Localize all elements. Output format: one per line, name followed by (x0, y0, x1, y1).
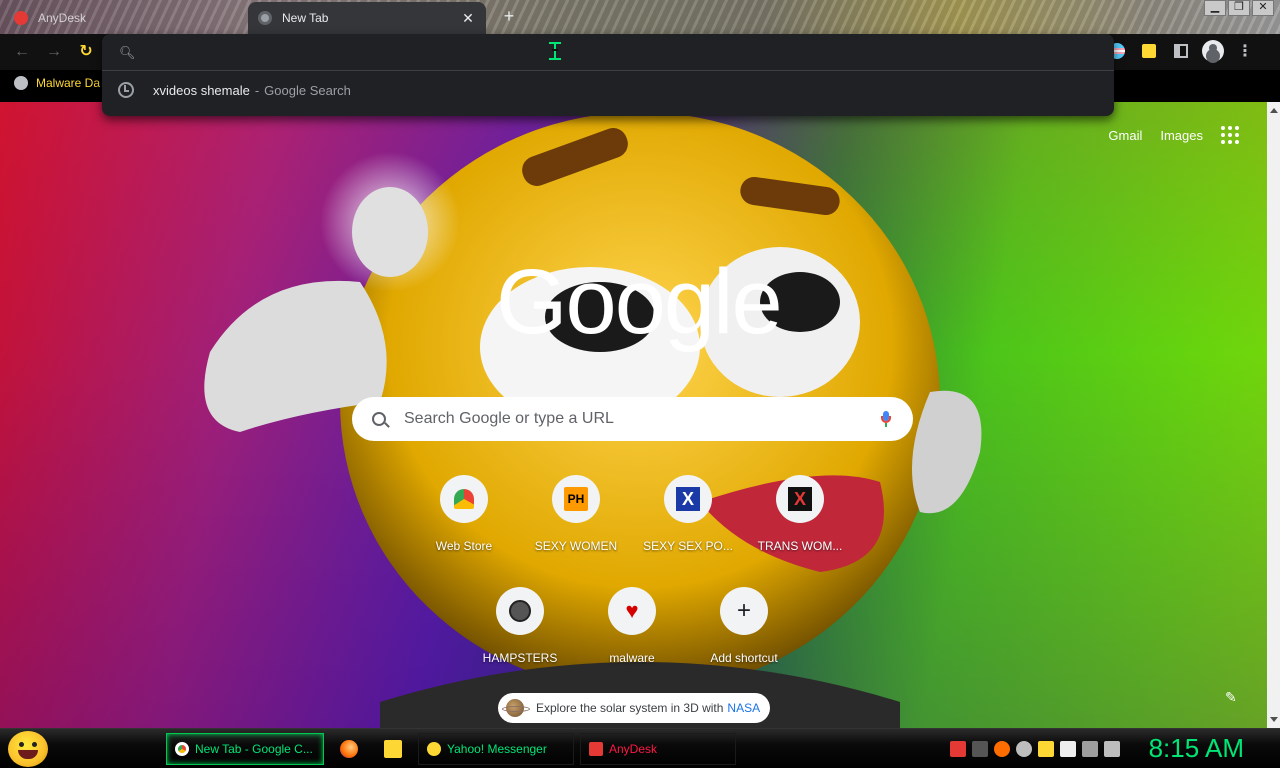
shortcut-label: Add shortcut (710, 651, 778, 665)
new-tab-button[interactable]: + (498, 6, 520, 28)
text-cursor-icon (549, 42, 561, 60)
google-logo: Google (496, 251, 783, 353)
tab-new-tab[interactable]: New Tab ✕ (248, 2, 486, 34)
window-controls: ▁ ❐ ✕ (1204, 0, 1274, 16)
folder-tray-icon[interactable] (1038, 741, 1054, 757)
firefox-icon[interactable] (340, 740, 358, 758)
folder-icon[interactable] (384, 740, 402, 758)
network-icon[interactable] (1082, 741, 1098, 757)
bookmark-item[interactable]: Malware Da (14, 76, 100, 90)
task-label: AnyDesk (609, 742, 658, 756)
ph-site-icon: PH (564, 487, 588, 511)
action-center-flag-icon[interactable] (1060, 741, 1076, 757)
x-site-icon: X (676, 487, 700, 511)
anydesk-tray-icon[interactable] (950, 741, 966, 757)
minimize-button[interactable]: ▁ (1204, 0, 1226, 16)
top-links: Gmail Images (1108, 126, 1239, 144)
yahoo-smiley-icon (427, 742, 441, 756)
task-label: Yahoo! Messenger (447, 742, 547, 756)
shortcut-label: Web Store (435, 539, 493, 553)
taskbar-item-yahoo-messenger[interactable]: Yahoo! Messenger (418, 733, 574, 765)
heart-icon: ♥ (625, 598, 639, 623)
address-bar-input[interactable] (140, 40, 840, 64)
shortcut-label: SEXY WOMEN (534, 539, 618, 553)
tab-strip: AnyDesk New Tab ✕ + ▁ ❐ ✕ (0, 0, 1280, 34)
suggestion-source: Google Search (264, 82, 351, 98)
images-link[interactable]: Images (1160, 128, 1203, 143)
search-suggestion[interactable]: xvideos shemale - Google Search (102, 74, 1114, 106)
start-button-smiley-icon[interactable] (8, 731, 48, 767)
ntp-search-box[interactable]: Search Google or type a URL (352, 397, 913, 441)
new-tab-page: Gmail Images Google Search Google or typ… (0, 102, 1267, 728)
promo-banner[interactable]: Explore the solar system in 3D with NASA (498, 693, 771, 723)
forward-button[interactable]: → (42, 40, 66, 64)
google-apps-icon[interactable] (1221, 126, 1239, 144)
shortcut-tile[interactable]: X SEXY SEX PO... (632, 475, 744, 579)
anydesk-favicon-icon (14, 11, 28, 25)
scroll-down-icon[interactable] (1270, 717, 1278, 722)
extensions-puzzle-icon[interactable] (1138, 40, 1160, 62)
suggestion-query: xvideos shemale (153, 82, 250, 98)
tab-title: New Tab (282, 11, 329, 25)
shortcut-tile[interactable]: X TRANS WOM... (744, 475, 856, 579)
globe-icon (14, 76, 28, 90)
webstore-icon (454, 489, 474, 509)
restore-button[interactable]: ❐ (1228, 0, 1250, 16)
volume-icon[interactable] (1104, 741, 1120, 757)
shortcut-label: HAMPSTERS (482, 651, 558, 665)
task-label: New Tab - Google C... (195, 742, 313, 756)
chrome-favicon-icon (258, 11, 272, 25)
shortcut-label: malware (609, 651, 655, 665)
chrome-icon (175, 742, 189, 756)
profile-avatar-icon[interactable] (1202, 40, 1224, 62)
app-tray-icon[interactable] (972, 741, 988, 757)
taskbar: New Tab - Google C... Yahoo! Messenger A… (0, 728, 1280, 768)
planet-icon (502, 699, 530, 717)
system-tray (950, 741, 1120, 757)
tab-title: AnyDesk (38, 11, 87, 25)
add-shortcut-tile[interactable]: + Add shortcut (688, 587, 800, 691)
anydesk-icon (589, 742, 603, 756)
shortcut-tile[interactable]: HAMPSTERS (464, 587, 576, 691)
side-panel-icon[interactable] (1170, 40, 1192, 62)
shortcut-tile[interactable]: Web Store (408, 475, 520, 579)
promo-link[interactable]: NASA (727, 701, 760, 715)
gmail-link[interactable]: Gmail (1108, 128, 1142, 143)
search-placeholder: Search Google or type a URL (404, 410, 614, 427)
omnibox-dropdown: 🔍︎ xvideos shemale - Google Search (102, 34, 1114, 116)
plus-icon: + (736, 597, 751, 624)
close-window-button[interactable]: ✕ (1252, 0, 1274, 16)
shortcut-label: SEXY SEX PO... (643, 539, 733, 553)
tab-anydesk[interactable]: AnyDesk (4, 2, 244, 34)
magnifier-tray-icon[interactable] (994, 741, 1010, 757)
page-scrollbar[interactable] (1267, 102, 1280, 728)
back-button[interactable]: ← (10, 40, 34, 64)
taskbar-item-anydesk[interactable]: AnyDesk (580, 733, 736, 765)
customize-pencil-icon[interactable]: ✎ (1225, 690, 1239, 704)
shortcut-label: TRANS WOM... (757, 539, 843, 553)
taskbar-clock[interactable]: 8:15 AM (1149, 733, 1244, 764)
x-site-icon: X (788, 487, 812, 511)
scroll-up-icon[interactable] (1270, 108, 1278, 113)
bookmark-label: Malware Da (36, 76, 101, 90)
search-icon: 🔍︎ (119, 45, 136, 60)
toolbar-actions: ⋮ (1106, 40, 1256, 62)
reload-button[interactable]: ↻ (74, 40, 98, 64)
taskbar-item-chrome[interactable]: New Tab - Google C... (166, 733, 324, 765)
divider (102, 70, 1114, 71)
history-clock-icon (118, 82, 134, 98)
microphone-icon[interactable] (881, 411, 891, 427)
close-tab-icon[interactable]: ✕ (460, 10, 476, 27)
promo-text: Explore the solar system in 3D with (536, 701, 724, 715)
shortcut-tile[interactable]: ♥ malware (576, 587, 688, 691)
hamster-icon (509, 600, 531, 622)
suggestion-separator: - (254, 82, 260, 98)
status-tray-icon[interactable] (1016, 741, 1032, 757)
more-menu-icon[interactable]: ⋮ (1234, 40, 1256, 62)
shortcut-tile[interactable]: PH SEXY WOMEN (520, 475, 632, 579)
search-icon (372, 412, 386, 426)
